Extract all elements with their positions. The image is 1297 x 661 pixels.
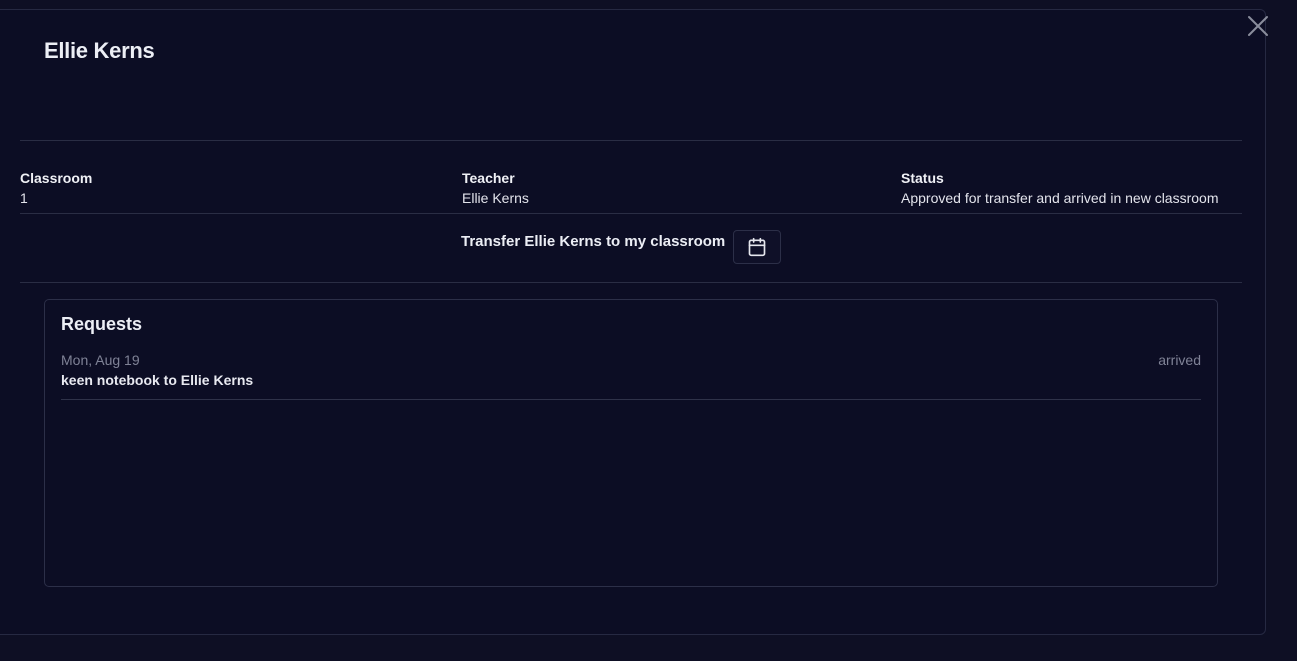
divider (20, 213, 1242, 214)
classroom-label: Classroom (20, 170, 93, 186)
requests-card: Requests Mon, Aug 19 keen notebook to El… (44, 299, 1218, 587)
transfer-row: Transfer Ellie Kerns to my classroom (461, 230, 782, 266)
calendar-icon (748, 237, 766, 257)
request-status: arrived (1158, 352, 1201, 368)
modal-backdrop: Ellie Kerns Classroom 1 Teacher Ellie Ke… (0, 0, 1297, 661)
status-value: Approved for transfer and arrived in new… (901, 190, 1219, 206)
teacher-value: Ellie Kerns (462, 190, 529, 206)
transfer-label: Transfer Ellie Kerns to my classroom (461, 233, 726, 250)
modal-title: Ellie Kerns (44, 38, 155, 63)
status-label: Status (901, 170, 944, 186)
transfer-calendar-button[interactable] (733, 230, 782, 264)
classroom-value: 1 (20, 190, 28, 206)
requests-title: Requests (61, 314, 143, 334)
teacher-info: Teacher Ellie Kerns (462, 168, 529, 208)
request-list-item[interactable]: Mon, Aug 19 keen notebook to Ellie Kerns… (61, 350, 1201, 400)
close-icon (1248, 16, 1268, 36)
close-button[interactable] (1246, 14, 1270, 38)
student-detail-modal: Ellie Kerns Classroom 1 Teacher Ellie Ke… (0, 9, 1266, 635)
teacher-label: Teacher (462, 170, 515, 186)
divider (20, 282, 1242, 283)
request-description: keen notebook to Ellie Kerns (61, 372, 254, 388)
divider (20, 140, 1242, 141)
status-info: Status Approved for transfer and arrived… (901, 168, 1218, 208)
request-date: Mon, Aug 19 (61, 352, 140, 368)
classroom-info: Classroom 1 (20, 168, 92, 208)
